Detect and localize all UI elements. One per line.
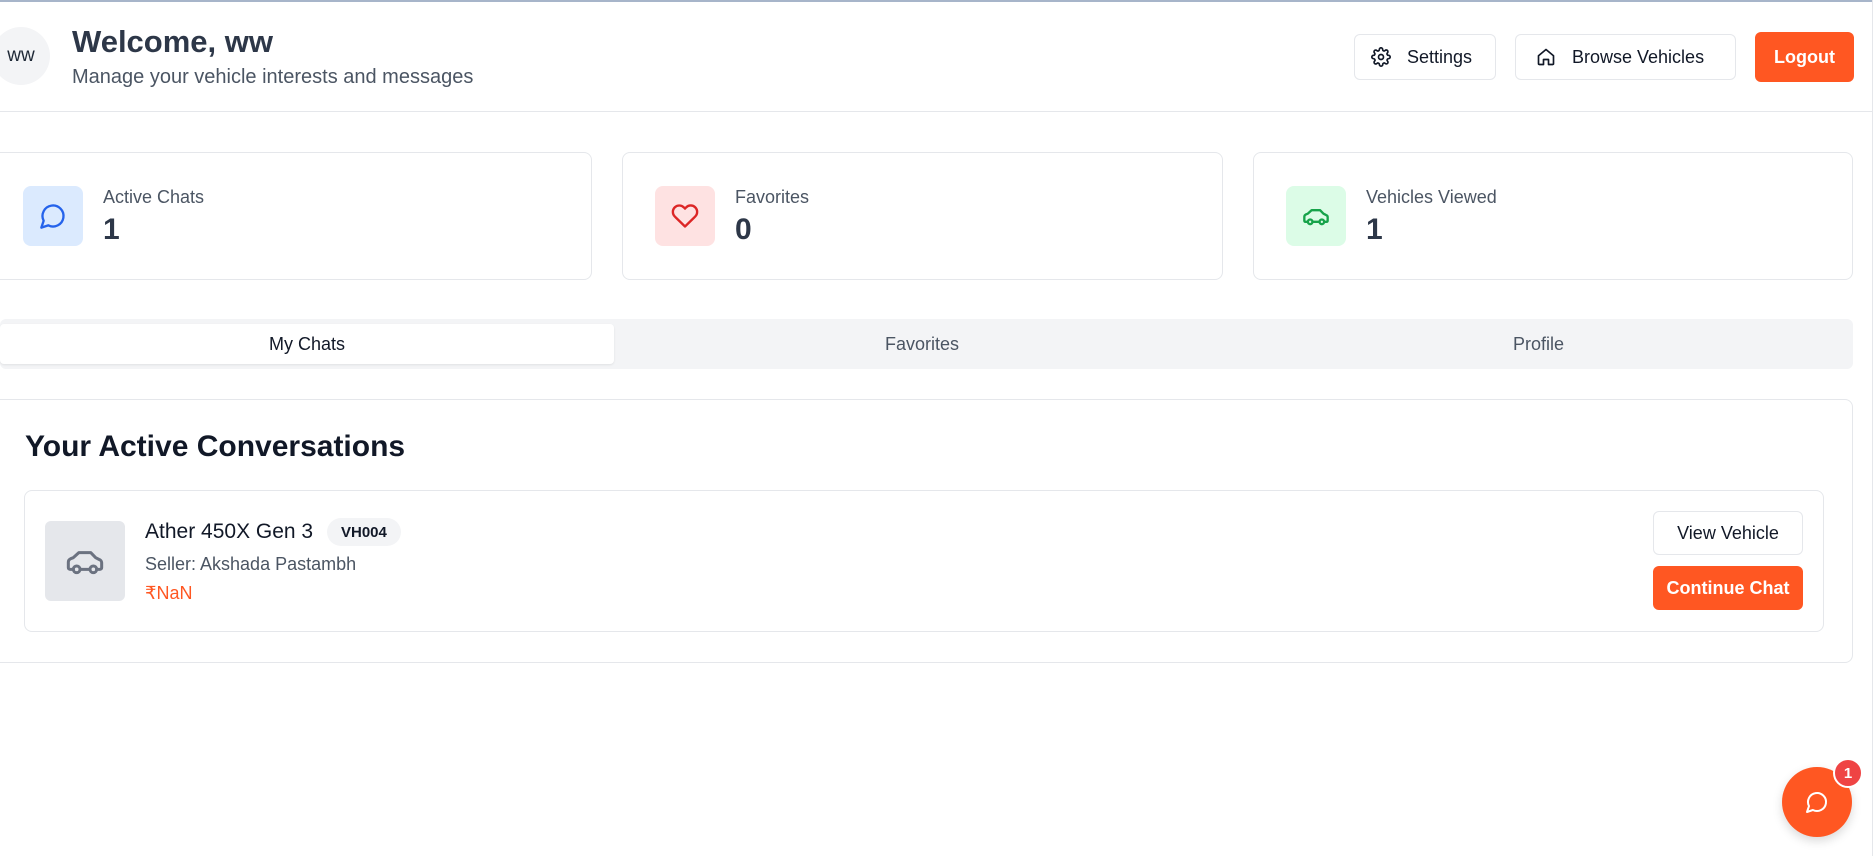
page-title: Welcome, ww [72,24,273,59]
message-icon [23,186,83,246]
car-icon [66,551,104,575]
vehicle-name: Ather 450X Gen 3 [145,520,314,543]
home-icon [1537,48,1555,66]
browse-vehicles-label: Browse Vehicles [1572,46,1705,67]
message-icon [1806,792,1827,813]
settings-label: Settings [1407,46,1473,67]
heart-icon [655,186,715,246]
stat-card-favorites: Favorites 0 [622,152,1223,280]
section-title: Your Active Conversations [25,430,406,463]
stat-label: Favorites [735,187,810,207]
stat-value: 1 [1366,213,1383,246]
continue-chat-button[interactable]: Continue Chat [1653,566,1803,610]
vehicle-thumbnail [45,521,125,601]
car-icon [1286,186,1346,246]
tab-favorites[interactable]: Favorites [614,324,1230,364]
dashboard-header: ww Welcome, ww Manage your vehicle inter… [0,2,1872,112]
vehicle-price: ₹NaN [145,583,193,603]
avatar: ww [0,27,50,85]
unread-badge: 1 [1833,758,1863,788]
conversation-item: Ather 450X Gen 3 VH004 Seller: Akshada P… [24,490,1824,632]
vehicle-code-badge: VH004 [327,518,401,546]
stat-label: Active Chats [103,187,205,207]
stat-value: 0 [735,213,752,246]
logout-button[interactable]: Logout [1755,32,1854,82]
view-vehicle-button[interactable]: View Vehicle [1653,511,1803,555]
tab-bar: My Chats Favorites Profile [0,319,1853,369]
settings-button[interactable]: Settings [1354,34,1496,80]
stat-label: Vehicles Viewed [1366,187,1497,207]
gear-icon [1371,47,1391,67]
stat-card-vehicles-viewed: Vehicles Viewed 1 [1253,152,1853,280]
tab-my-chats[interactable]: My Chats [0,324,614,364]
browse-vehicles-button[interactable]: Browse Vehicles [1515,34,1736,80]
seller-name: Seller: Akshada Pastambh [145,554,357,574]
conversations-panel: Your Active Conversations Ather 450X Gen… [0,399,1853,663]
stat-value: 1 [103,213,120,246]
page-subtitle: Manage your vehicle interests and messag… [72,66,474,88]
stat-card-active-chats: Active Chats 1 [0,152,592,280]
tab-profile[interactable]: Profile [1230,324,1847,364]
